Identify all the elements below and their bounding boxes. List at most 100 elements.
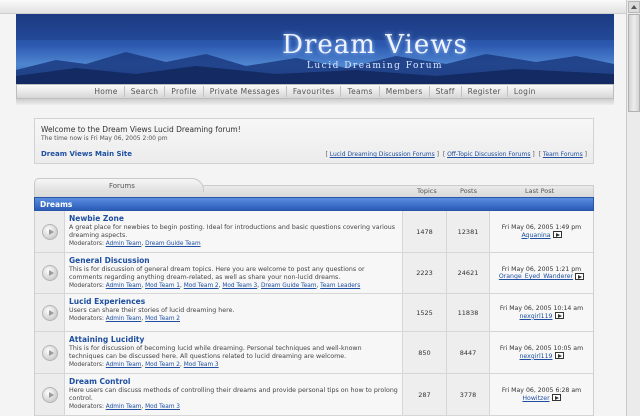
last-post: Fri May 06, 2005 10:14 am nexgirl119: [489, 294, 593, 331]
nav-staff[interactable]: Staff: [428, 86, 461, 97]
moderator-link[interactable]: Mod Team 1: [145, 283, 180, 289]
site-logo-subtitle: Lucid Dreaming Forum: [306, 61, 444, 71]
posts-count: 8447: [446, 332, 489, 373]
topics-count: 1525: [402, 294, 446, 331]
posts-count: 11838: [446, 294, 489, 331]
forum-moderators: Moderators: Admin Team, Mod Team 2: [69, 316, 181, 322]
topics-count: 850: [402, 332, 446, 373]
moderator-link[interactable]: Mod Team 2: [184, 283, 219, 289]
last-post-user[interactable]: nexgirl119: [519, 313, 552, 320]
topics-count: 2223: [402, 253, 446, 293]
link-team-forums[interactable]: Team Forums: [543, 151, 583, 158]
top-strip: [0, 0, 626, 14]
forum-status-icon: [42, 344, 58, 361]
last-post-date: Fri May 06, 2005 10:05 am: [499, 345, 584, 353]
main-site-link[interactable]: Dream Views Main Site: [41, 150, 132, 158]
forum-title[interactable]: General Discussion: [69, 256, 398, 265]
last-post: Fri May 06, 2005 1:49 pm Aquanina: [489, 211, 593, 252]
moderator-link[interactable]: Mod Team 2: [145, 362, 180, 368]
forum-description: This is for discussion of becoming lucid…: [69, 345, 362, 360]
moderator-link[interactable]: Mod Team 3: [145, 404, 180, 410]
welcome-box: Welcome to the Dream Views Lucid Dreamin…: [34, 118, 594, 164]
forum-status-icon: [42, 304, 58, 321]
moderator-link[interactable]: Admin Team: [106, 283, 142, 289]
topics-count: 287: [402, 374, 446, 415]
moderator-link[interactable]: Mod Team 3: [222, 283, 257, 289]
last-post: Fri May 06, 2005 10:05 am nexgirl119: [489, 332, 593, 373]
nav-teams[interactable]: Teams: [340, 86, 378, 97]
forum-status-icon: [42, 265, 58, 281]
forum-title[interactable]: Lucid Experiences: [69, 297, 398, 306]
forum-description: Here users can discuss methods of contro…: [69, 387, 398, 402]
category-bar[interactable]: Dreams: [34, 197, 594, 211]
moderator-link[interactable]: Admin Team: [106, 362, 142, 368]
link-off-topic-forums[interactable]: Off-Topic Discussion Forums: [447, 151, 530, 158]
col-last-post: Last Post: [525, 187, 555, 195]
forums-tab: Forums: [34, 178, 204, 192]
forum-title[interactable]: Dream Control: [69, 377, 398, 386]
view-latest-post-icon[interactable]: [552, 231, 562, 239]
site-banner[interactable]: Dream Views Lucid Dreaming Forum: [16, 14, 614, 84]
last-post-date: Fri May 06, 2005 1:21 pm: [501, 265, 582, 273]
forum-status-icon: [42, 223, 58, 240]
forum-row: General Discussion This is for discussio…: [35, 253, 593, 294]
forum-moderators: Moderators: Admin Team, Dream Guide Team: [69, 241, 201, 247]
last-post-user[interactable]: Howitzer: [522, 395, 549, 402]
view-latest-post-icon[interactable]: [575, 272, 585, 280]
nav-login[interactable]: Login: [506, 86, 542, 97]
nav-search[interactable]: Search: [123, 86, 165, 97]
nav-private-messages[interactable]: Private Messages: [202, 86, 286, 97]
moderator-link[interactable]: Admin Team: [106, 404, 142, 410]
nav-favourites[interactable]: Favourites: [285, 86, 341, 97]
moderator-link[interactable]: Mod Team 2: [145, 316, 180, 322]
last-post: Fri May 06, 2005 1:21 pm Orange_Eyed_Wan…: [489, 253, 593, 293]
forum-description: This is for discussion of general dream …: [69, 266, 365, 281]
forum-moderators: Moderators: Admin Team, Mod Team 2, Mod …: [69, 362, 219, 368]
posts-count: 3778: [446, 374, 489, 415]
nav-divider: [16, 99, 614, 105]
forum-row: Newbie Zone A great place for newbies to…: [35, 211, 593, 253]
moderator-link[interactable]: Dream Guide Team: [261, 283, 317, 289]
last-post-user[interactable]: Aquanina: [521, 232, 550, 239]
site-logo-title: Dream Views: [282, 30, 468, 60]
view-latest-post-icon[interactable]: [551, 394, 561, 402]
posts-count: 12381: [446, 211, 489, 252]
moderator-link[interactable]: Admin Team: [106, 241, 142, 247]
page-scrollbar[interactable]: [626, 0, 640, 416]
last-post-user[interactable]: Orange_Eyed_Wanderer: [499, 273, 573, 280]
last-post-date: Fri May 06, 2005 1:49 pm: [501, 224, 582, 232]
nav-members[interactable]: Members: [378, 86, 429, 97]
last-post-date: Fri May 06, 2005 6:28 am: [501, 387, 582, 395]
view-latest-post-icon[interactable]: [554, 312, 564, 320]
forum-description: A great place for newbies to begin posti…: [69, 224, 396, 239]
view-latest-post-icon[interactable]: [554, 352, 564, 360]
page: Dream Views Lucid Dreaming Forum Home Se…: [0, 0, 626, 416]
moderator-link[interactable]: Team Leaders: [320, 283, 360, 289]
forum-title[interactable]: Newbie Zone: [69, 214, 398, 223]
forum-title[interactable]: Attaining Lucidity: [69, 335, 398, 344]
scrollbar-thumb[interactable]: [628, 14, 640, 112]
forum-row: Dream Control Here users can discuss met…: [35, 374, 593, 416]
nav-register[interactable]: Register: [460, 86, 507, 97]
nav-home[interactable]: Home: [88, 86, 123, 97]
forum-moderators: Moderators: Admin Team, Mod Team 3: [69, 404, 181, 410]
moderator-link[interactable]: Dream Guide Team: [145, 241, 201, 247]
col-topics: Topics: [417, 187, 437, 195]
scroll-up-arrow-icon[interactable]: [628, 1, 640, 13]
link-lucid-discussion-forums[interactable]: Lucid Dreaming Discussion Forums: [330, 151, 435, 158]
moderator-link[interactable]: Mod Team 3: [184, 362, 219, 368]
topics-count: 1478: [402, 211, 446, 252]
current-time: The time now is Fri May 06, 2005 2:00 pm: [41, 135, 168, 142]
nav-profile[interactable]: Profile: [164, 86, 202, 97]
forum-moderators: Moderators: Admin Team, Mod Team 1, Mod …: [69, 283, 361, 289]
last-post-user[interactable]: nexgirl119: [519, 353, 552, 360]
last-post: Fri May 06, 2005 6:28 am Howitzer: [489, 374, 593, 415]
main-nav: Home Search Profile Private Messages Fav…: [16, 84, 614, 99]
forum-status-icon: [42, 386, 58, 403]
welcome-message: Welcome to the Dream Views Lucid Dreamin…: [41, 125, 241, 134]
moderator-link[interactable]: Admin Team: [106, 316, 142, 322]
forum-description: Users can share their stories of lucid d…: [69, 307, 235, 314]
posts-count: 24621: [446, 253, 489, 293]
forum-row: Attaining Lucidity This is for discussio…: [35, 332, 593, 374]
category-title: Dreams: [40, 200, 73, 209]
